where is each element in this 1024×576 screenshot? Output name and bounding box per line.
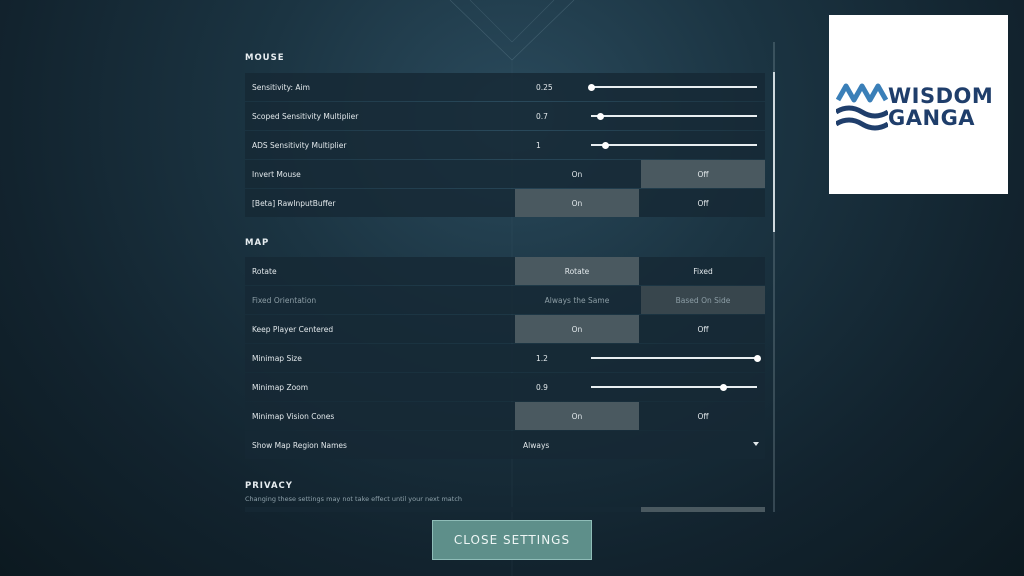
option-rotate[interactable]: Rotate bbox=[515, 257, 639, 285]
slider-knob[interactable] bbox=[753, 354, 761, 362]
logo-text-line1: WISDOM bbox=[888, 84, 994, 108]
option-off[interactable]: Off bbox=[641, 402, 765, 430]
slider-knob[interactable] bbox=[602, 141, 610, 149]
logo-text-line2: GANGA bbox=[888, 106, 976, 130]
slider-value: 0.9 bbox=[536, 382, 548, 392]
setting-row-rotate: Rotate Rotate Fixed bbox=[245, 257, 765, 285]
settings-panel: MOUSE Sensitivity: Aim 0.25 Scoped Sensi… bbox=[245, 42, 765, 512]
setting-row-partial bbox=[245, 507, 765, 512]
setting-label: [Beta] RawInputBuffer bbox=[252, 198, 336, 208]
slider-value: 1.2 bbox=[536, 353, 548, 363]
setting-row-raw-input-buffer: [Beta] RawInputBuffer On Off bbox=[245, 189, 765, 217]
section-title-mouse: MOUSE bbox=[245, 53, 285, 63]
settings-scrollbar[interactable] bbox=[773, 42, 775, 512]
option-partial[interactable] bbox=[641, 507, 765, 512]
setting-label: Minimap Size bbox=[252, 353, 302, 363]
section-title-privacy: PRIVACY bbox=[245, 481, 293, 491]
setting-row-minimap-zoom: Minimap Zoom 0.9 bbox=[245, 373, 765, 401]
slider-knob[interactable] bbox=[587, 83, 595, 91]
section-subtitle-privacy: Changing these settings may not take eff… bbox=[245, 495, 463, 503]
setting-label: ADS Sensitivity Multiplier bbox=[252, 140, 347, 150]
setting-row-scoped-sensitivity: Scoped Sensitivity Multiplier 0.7 bbox=[245, 102, 765, 130]
option-on[interactable]: On bbox=[515, 402, 639, 430]
setting-label: Invert Mouse bbox=[252, 169, 301, 179]
setting-label: Minimap Zoom bbox=[252, 382, 309, 392]
option-always-the-same: Always the Same bbox=[544, 295, 610, 305]
setting-row-keep-player-centered: Keep Player Centered On Off bbox=[245, 315, 765, 343]
minimap-size-slider[interactable] bbox=[591, 354, 761, 362]
setting-label: Scoped Sensitivity Multiplier bbox=[252, 111, 359, 121]
ads-sensitivity-slider[interactable] bbox=[591, 141, 757, 149]
setting-label: Fixed Orientation bbox=[252, 295, 317, 305]
slider-value: 0.25 bbox=[536, 82, 553, 92]
option-on[interactable]: On bbox=[515, 315, 639, 343]
option-on[interactable]: On bbox=[515, 189, 639, 217]
slider-value: 1 bbox=[536, 140, 541, 150]
map-region-names-dropdown[interactable]: Always bbox=[515, 431, 765, 459]
option-off[interactable]: Off bbox=[641, 315, 765, 343]
scoped-sensitivity-slider[interactable] bbox=[591, 112, 757, 120]
setting-row-sensitivity-aim: Sensitivity: Aim 0.25 bbox=[245, 73, 765, 101]
setting-row-fixed-orientation: Fixed Orientation Always the Same Based … bbox=[245, 286, 765, 314]
section-title-map: MAP bbox=[245, 238, 270, 248]
setting-row-invert-mouse: Invert Mouse On Off bbox=[245, 160, 765, 188]
option-fixed[interactable]: Fixed bbox=[641, 257, 765, 285]
scrollbar-thumb[interactable] bbox=[773, 72, 775, 232]
setting-row-minimap-vision-cones: Minimap Vision Cones On Off bbox=[245, 402, 765, 430]
minimap-zoom-slider[interactable] bbox=[591, 383, 757, 391]
setting-label: Keep Player Centered bbox=[252, 324, 334, 334]
setting-label: Minimap Vision Cones bbox=[252, 411, 335, 421]
setting-label: Rotate bbox=[252, 266, 277, 276]
slider-knob[interactable] bbox=[597, 112, 605, 120]
setting-label: Sensitivity: Aim bbox=[252, 82, 310, 92]
sensitivity-aim-slider[interactable] bbox=[587, 83, 757, 91]
option-on[interactable]: On bbox=[515, 160, 639, 188]
setting-row-minimap-size: Minimap Size 1.2 bbox=[245, 344, 765, 372]
close-settings-button[interactable]: CLOSE SETTINGS bbox=[432, 520, 592, 560]
wave-logo-icon bbox=[836, 83, 888, 131]
setting-label: Show Map Region Names bbox=[252, 440, 347, 450]
setting-row-show-map-region-names: Show Map Region Names Always bbox=[245, 431, 765, 459]
option-off[interactable]: Off bbox=[641, 160, 765, 188]
option-based-on-side: Based On Side bbox=[641, 286, 765, 314]
dropdown-value: Always bbox=[523, 440, 550, 450]
slider-knob[interactable] bbox=[720, 383, 728, 391]
chevron-down-icon bbox=[753, 442, 759, 446]
setting-row-ads-sensitivity: ADS Sensitivity Multiplier 1 bbox=[245, 131, 765, 159]
slider-value: 0.7 bbox=[536, 111, 548, 121]
option-off[interactable]: Off bbox=[641, 189, 765, 217]
